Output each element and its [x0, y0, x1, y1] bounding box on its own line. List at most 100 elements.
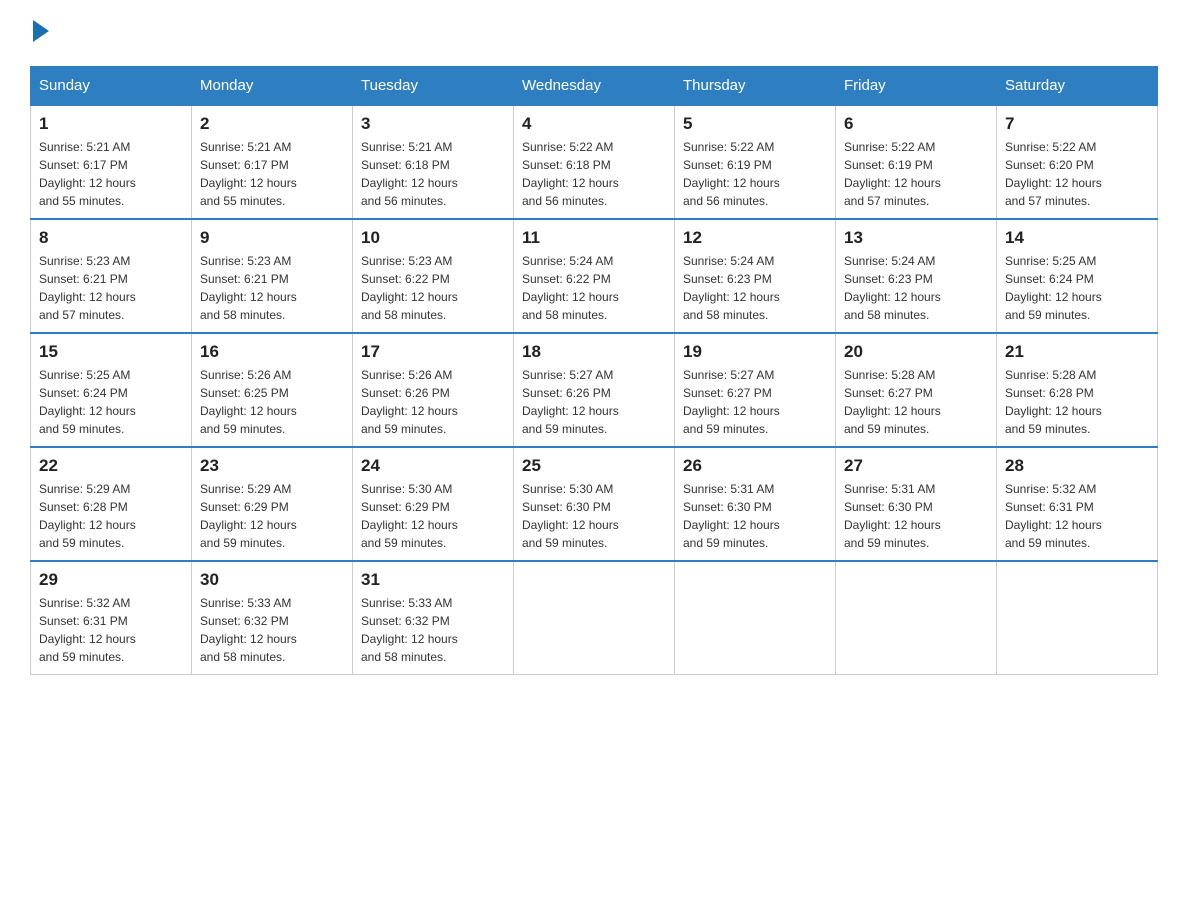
- calendar-cell: 17Sunrise: 5:26 AMSunset: 6:26 PMDayligh…: [353, 333, 514, 447]
- calendar-table: SundayMondayTuesdayWednesdayThursdayFrid…: [30, 66, 1158, 675]
- day-info: Sunrise: 5:22 AMSunset: 6:20 PMDaylight:…: [1005, 138, 1149, 210]
- day-info: Sunrise: 5:28 AMSunset: 6:27 PMDaylight:…: [844, 366, 988, 438]
- day-info: Sunrise: 5:26 AMSunset: 6:26 PMDaylight:…: [361, 366, 505, 438]
- weekday-header-row: SundayMondayTuesdayWednesdayThursdayFrid…: [31, 67, 1158, 106]
- day-info: Sunrise: 5:23 AMSunset: 6:22 PMDaylight:…: [361, 252, 505, 324]
- day-info: Sunrise: 5:22 AMSunset: 6:18 PMDaylight:…: [522, 138, 666, 210]
- day-info: Sunrise: 5:24 AMSunset: 6:23 PMDaylight:…: [683, 252, 827, 324]
- day-number: 12: [683, 228, 827, 248]
- day-info: Sunrise: 5:23 AMSunset: 6:21 PMDaylight:…: [200, 252, 344, 324]
- day-info: Sunrise: 5:33 AMSunset: 6:32 PMDaylight:…: [361, 594, 505, 666]
- calendar-cell: 29 Sunrise: 5:32 AMSunset: 6:31 PMDayligh…: [31, 561, 192, 675]
- day-number: 26: [683, 456, 827, 476]
- calendar-cell: 26 Sunrise: 5:31 AMSunset: 6:30 PMDayligh…: [675, 447, 836, 561]
- day-info: Sunrise: 5:29 AMSunset: 6:29 PMDaylight:…: [200, 480, 344, 552]
- calendar-cell: 10 Sunrise: 5:23 AMSunset: 6:22 PMDayligh…: [353, 219, 514, 333]
- calendar-cell: 14 Sunrise: 5:25 AMSunset: 6:24 PMDayligh…: [997, 219, 1158, 333]
- calendar-cell: 4 Sunrise: 5:22 AMSunset: 6:18 PMDaylight…: [514, 105, 675, 219]
- day-number: 13: [844, 228, 988, 248]
- weekday-header-friday: Friday: [836, 67, 997, 106]
- day-info: Sunrise: 5:25 AMSunset: 6:24 PMDaylight:…: [1005, 252, 1149, 324]
- weekday-header-sunday: Sunday: [31, 67, 192, 106]
- day-number: 7: [1005, 114, 1149, 134]
- day-number: 29: [39, 570, 183, 590]
- calendar-week-2: 8 Sunrise: 5:23 AMSunset: 6:21 PMDaylight…: [31, 219, 1158, 333]
- weekday-header-tuesday: Tuesday: [353, 67, 514, 106]
- day-number: 20: [844, 342, 988, 362]
- calendar-cell: 23 Sunrise: 5:29 AMSunset: 6:29 PMDayligh…: [192, 447, 353, 561]
- day-info: Sunrise: 5:27 AMSunset: 6:27 PMDaylight:…: [683, 366, 827, 438]
- calendar-cell: 2 Sunrise: 5:21 AMSunset: 6:17 PMDaylight…: [192, 105, 353, 219]
- day-info: Sunrise: 5:24 AMSunset: 6:23 PMDaylight:…: [844, 252, 988, 324]
- day-info: Sunrise: 5:31 AMSunset: 6:30 PMDaylight:…: [683, 480, 827, 552]
- day-number: 23: [200, 456, 344, 476]
- calendar-cell: 24Sunrise: 5:30 AMSunset: 6:29 PMDayligh…: [353, 447, 514, 561]
- calendar-cell: 8 Sunrise: 5:23 AMSunset: 6:21 PMDaylight…: [31, 219, 192, 333]
- day-number: 25: [522, 456, 666, 476]
- calendar-cell: 11 Sunrise: 5:24 AMSunset: 6:22 PMDayligh…: [514, 219, 675, 333]
- day-info: Sunrise: 5:21 AMSunset: 6:17 PMDaylight:…: [200, 138, 344, 210]
- day-number: 30: [200, 570, 344, 590]
- day-number: 21: [1005, 342, 1149, 362]
- calendar-week-1: 1 Sunrise: 5:21 AMSunset: 6:17 PMDaylight…: [31, 105, 1158, 219]
- calendar-cell: 9 Sunrise: 5:23 AMSunset: 6:21 PMDaylight…: [192, 219, 353, 333]
- day-info: Sunrise: 5:25 AMSunset: 6:24 PMDaylight:…: [39, 366, 183, 438]
- day-info: Sunrise: 5:21 AMSunset: 6:18 PMDaylight:…: [361, 138, 505, 210]
- day-number: 16: [200, 342, 344, 362]
- day-info: Sunrise: 5:33 AMSunset: 6:32 PMDaylight:…: [200, 594, 344, 666]
- calendar-cell: 3Sunrise: 5:21 AMSunset: 6:18 PMDaylight…: [353, 105, 514, 219]
- day-info: Sunrise: 5:29 AMSunset: 6:28 PMDaylight:…: [39, 480, 183, 552]
- day-number: 8: [39, 228, 183, 248]
- day-info: Sunrise: 5:21 AMSunset: 6:17 PMDaylight:…: [39, 138, 183, 210]
- calendar-cell: 6Sunrise: 5:22 AMSunset: 6:19 PMDaylight…: [836, 105, 997, 219]
- weekday-header-monday: Monday: [192, 67, 353, 106]
- calendar-cell: 5 Sunrise: 5:22 AMSunset: 6:19 PMDaylight…: [675, 105, 836, 219]
- logo-arrow-icon: [33, 20, 49, 42]
- calendar-cell: [514, 561, 675, 675]
- day-info: Sunrise: 5:26 AMSunset: 6:25 PMDaylight:…: [200, 366, 344, 438]
- day-number: 19: [683, 342, 827, 362]
- day-info: Sunrise: 5:24 AMSunset: 6:22 PMDaylight:…: [522, 252, 666, 324]
- calendar-cell: 15Sunrise: 5:25 AMSunset: 6:24 PMDayligh…: [31, 333, 192, 447]
- calendar-cell: [836, 561, 997, 675]
- weekday-header-wednesday: Wednesday: [514, 67, 675, 106]
- calendar-cell: 30 Sunrise: 5:33 AMSunset: 6:32 PMDayligh…: [192, 561, 353, 675]
- calendar-cell: 18 Sunrise: 5:27 AMSunset: 6:26 PMDayligh…: [514, 333, 675, 447]
- page-header: [30, 20, 1158, 46]
- day-number: 31: [361, 570, 505, 590]
- calendar-cell: 13 Sunrise: 5:24 AMSunset: 6:23 PMDayligh…: [836, 219, 997, 333]
- day-info: Sunrise: 5:30 AMSunset: 6:30 PMDaylight:…: [522, 480, 666, 552]
- day-info: Sunrise: 5:31 AMSunset: 6:30 PMDaylight:…: [844, 480, 988, 552]
- day-number: 1: [39, 114, 183, 134]
- calendar-cell: 19 Sunrise: 5:27 AMSunset: 6:27 PMDayligh…: [675, 333, 836, 447]
- calendar-cell: 20 Sunrise: 5:28 AMSunset: 6:27 PMDayligh…: [836, 333, 997, 447]
- calendar-cell: 27Sunrise: 5:31 AMSunset: 6:30 PMDayligh…: [836, 447, 997, 561]
- day-number: 14: [1005, 228, 1149, 248]
- day-number: 5: [683, 114, 827, 134]
- day-number: 22: [39, 456, 183, 476]
- day-info: Sunrise: 5:27 AMSunset: 6:26 PMDaylight:…: [522, 366, 666, 438]
- calendar-cell: 22 Sunrise: 5:29 AMSunset: 6:28 PMDayligh…: [31, 447, 192, 561]
- day-number: 4: [522, 114, 666, 134]
- day-number: 2: [200, 114, 344, 134]
- day-info: Sunrise: 5:22 AMSunset: 6:19 PMDaylight:…: [683, 138, 827, 210]
- calendar-cell: 31 Sunrise: 5:33 AMSunset: 6:32 PMDayligh…: [353, 561, 514, 675]
- day-info: Sunrise: 5:32 AMSunset: 6:31 PMDaylight:…: [39, 594, 183, 666]
- day-number: 11: [522, 228, 666, 248]
- calendar-week-4: 22 Sunrise: 5:29 AMSunset: 6:28 PMDayligh…: [31, 447, 1158, 561]
- day-info: Sunrise: 5:23 AMSunset: 6:21 PMDaylight:…: [39, 252, 183, 324]
- calendar-cell: 25 Sunrise: 5:30 AMSunset: 6:30 PMDayligh…: [514, 447, 675, 561]
- day-number: 9: [200, 228, 344, 248]
- calendar-cell: 28 Sunrise: 5:32 AMSunset: 6:31 PMDayligh…: [997, 447, 1158, 561]
- calendar-cell: [675, 561, 836, 675]
- day-number: 6: [844, 114, 988, 134]
- day-number: 18: [522, 342, 666, 362]
- calendar-cell: 1 Sunrise: 5:21 AMSunset: 6:17 PMDaylight…: [31, 105, 192, 219]
- calendar-week-5: 29 Sunrise: 5:32 AMSunset: 6:31 PMDayligh…: [31, 561, 1158, 675]
- calendar-cell: 16 Sunrise: 5:26 AMSunset: 6:25 PMDayligh…: [192, 333, 353, 447]
- day-number: 10: [361, 228, 505, 248]
- weekday-header-thursday: Thursday: [675, 67, 836, 106]
- day-number: 28: [1005, 456, 1149, 476]
- logo: [30, 20, 49, 46]
- day-info: Sunrise: 5:32 AMSunset: 6:31 PMDaylight:…: [1005, 480, 1149, 552]
